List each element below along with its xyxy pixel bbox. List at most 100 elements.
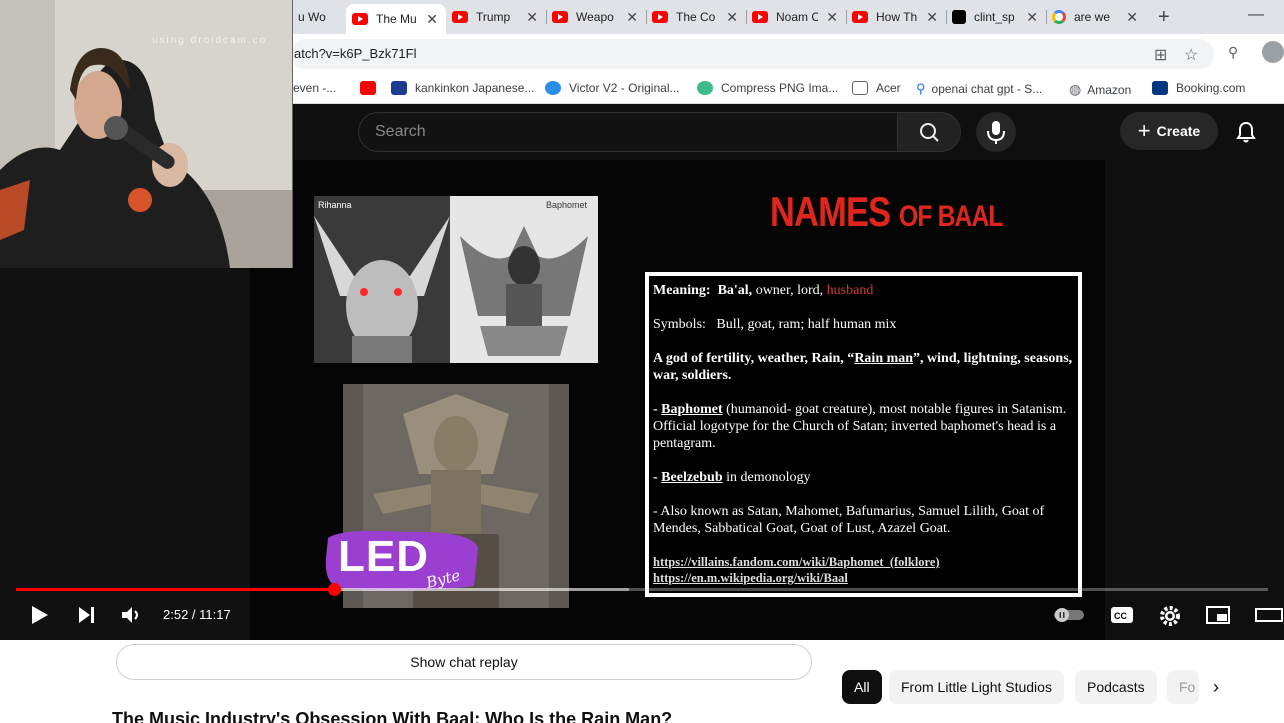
- video-left-dark-area: [0, 268, 250, 640]
- bell-icon: [1236, 121, 1256, 143]
- bookmark-item[interactable]: even -...: [293, 81, 336, 95]
- ledbyte-logo: LED Byte: [322, 528, 482, 592]
- chip-from-little-light-studios[interactable]: From Little Light Studios: [889, 670, 1064, 704]
- close-tab-icon[interactable]: ✕: [1026, 9, 1038, 26]
- progress-played: [16, 588, 335, 591]
- source-links: https://villains.fandom.com/wiki/Baphome…: [653, 554, 1074, 586]
- close-tab-icon[interactable]: ✕: [526, 9, 538, 26]
- close-tab-icon[interactable]: ✕: [626, 9, 638, 26]
- youtube-icon: [352, 13, 368, 25]
- chat-replay-label: Show chat replay: [410, 654, 518, 670]
- url-text[interactable]: atch?v=k6P_Bzk71Fl: [294, 46, 416, 61]
- extension-icon[interactable]: ⚲: [1228, 44, 1238, 61]
- browser-tab[interactable]: The Co ✕: [646, 4, 746, 30]
- tab-title: Weapo: [576, 10, 614, 24]
- new-tab-icon[interactable]: +: [1158, 6, 1170, 29]
- folder-icon: [852, 81, 868, 95]
- browser-tab[interactable]: Weapo ✕: [546, 4, 646, 30]
- voice-search-button[interactable]: [976, 112, 1016, 152]
- browser-tab[interactable]: Trump ✕: [446, 4, 546, 30]
- progress-bar[interactable]: [16, 583, 1268, 596]
- tab-title: The Co: [676, 10, 716, 24]
- create-button[interactable]: + Create: [1120, 112, 1218, 150]
- youtube-icon: [852, 11, 868, 23]
- globe-icon: ◍: [1069, 81, 1082, 97]
- close-tab-icon[interactable]: ✕: [1126, 9, 1138, 26]
- browser-tab[interactable]: are we ✕: [1046, 4, 1146, 30]
- source-link-1: https://villains.fandom.com/wiki/Baphome…: [653, 555, 940, 569]
- apps-icon[interactable]: ⊞: [1154, 45, 1167, 65]
- next-icon: [79, 607, 94, 623]
- bookmark-item[interactable]: Victor V2 - Original...: [545, 81, 679, 95]
- next-button[interactable]: [76, 604, 98, 631]
- bookmark-item[interactable]: Acer: [852, 81, 901, 95]
- gear-icon: [1160, 606, 1180, 626]
- image-label: Rihanna: [318, 200, 352, 210]
- beelzebub-line: - Beelzebub in demonology: [653, 470, 811, 485]
- chip-all[interactable]: All: [842, 670, 882, 704]
- close-tab-icon[interactable]: ✕: [726, 9, 738, 26]
- bookmark-label: even -...: [293, 81, 337, 95]
- miniplayer-button[interactable]: [1206, 604, 1230, 631]
- autoplay-toggle[interactable]: [1052, 607, 1086, 628]
- source-link-2: https://en.m.wikipedia.org/wiki/Baal: [653, 571, 848, 585]
- browser-tab-active[interactable]: The Mu ✕: [346, 4, 446, 34]
- minimize-window-icon[interactable]: —: [1248, 6, 1264, 24]
- time-display: 2:52 / 11:17: [163, 607, 231, 622]
- settings-button[interactable]: [1158, 604, 1182, 633]
- panda-icon: [697, 81, 713, 95]
- browser-tab[interactable]: How Th ✕: [846, 4, 946, 30]
- svg-text:CC: CC: [1114, 611, 1127, 621]
- bookmark-star-icon[interactable]: ☆: [1184, 45, 1198, 65]
- browser-tab[interactable]: u Wo: [292, 4, 348, 30]
- theater-mode-button[interactable]: [1254, 604, 1284, 631]
- profile-avatar[interactable]: [1262, 41, 1284, 63]
- chevron-right-icon[interactable]: ›: [1213, 677, 1219, 698]
- youtube-icon: [752, 11, 768, 23]
- youtube-icon: [360, 81, 376, 95]
- symbols-line: Symbols: Bull, goat, ram; half human mix: [653, 317, 897, 332]
- notifications-button[interactable]: [1234, 120, 1258, 149]
- bookmark-label: Compress PNG Ima...: [721, 81, 839, 95]
- close-tab-icon[interactable]: ✕: [426, 11, 438, 28]
- bookmark-item[interactable]: ⚲ openai chat gpt - S...: [916, 81, 1042, 97]
- search-button[interactable]: [897, 112, 961, 152]
- browser-tab[interactable]: clint_sp ✕: [946, 4, 1046, 30]
- tab-title: clint_sp: [974, 10, 1015, 24]
- volume-button[interactable]: [120, 604, 142, 631]
- browser-tab[interactable]: Noam C ✕: [746, 4, 846, 30]
- create-label: Create: [1156, 123, 1201, 139]
- chip-podcasts[interactable]: Podcasts: [1075, 670, 1157, 704]
- miniplayer-icon: [1206, 606, 1230, 624]
- close-tab-icon[interactable]: ✕: [926, 9, 938, 26]
- video-frame[interactable]: NAMES OF BAAL Rihanna Baphomet LED Byte …: [250, 160, 1105, 640]
- meaning-line: Meaning: Ba'al, owner, lord, husband: [653, 283, 874, 298]
- microphone-icon: [987, 121, 1005, 144]
- omnibox[interactable]: atch?v=k6P_Bzk71Fl ⊞ ☆: [290, 39, 1214, 69]
- show-chat-replay-button[interactable]: Show chat replay: [116, 644, 812, 680]
- close-tab-icon[interactable]: ✕: [826, 9, 838, 26]
- tab-title: u Wo: [298, 10, 326, 24]
- tab-title: How Th: [876, 10, 918, 24]
- webcam-overlay: using droidcam.co: [0, 0, 293, 268]
- bookmark-item[interactable]: Booking.com: [1152, 81, 1245, 95]
- god-line: A god of fertility, weather, Rain, “Rain…: [653, 351, 1073, 383]
- search-input[interactable]: Search: [358, 112, 898, 152]
- bookmark-label: Amazon: [1087, 82, 1132, 97]
- bookmark-label: Booking.com: [1176, 81, 1246, 95]
- search-icon: ⚲: [916, 81, 926, 96]
- chip-partial[interactable]: Fo: [1167, 670, 1199, 704]
- search-placeholder: Search: [375, 123, 426, 140]
- logo-text: LED: [338, 532, 429, 581]
- booking-icon: [1152, 81, 1168, 95]
- tab-title: Trump: [476, 10, 511, 24]
- youtube-icon: [652, 11, 668, 23]
- bookmark-item[interactable]: Compress PNG Ima...: [697, 81, 838, 95]
- horned-figure-illustration: [314, 196, 450, 363]
- bookmark-item[interactable]: ◍ Amazon: [1069, 81, 1131, 98]
- captions-button[interactable]: CC: [1110, 604, 1134, 631]
- bookmark-item[interactable]: kankinkon Japanese...: [391, 81, 534, 95]
- tab-title: The Mu: [376, 12, 417, 26]
- bookmark-item[interactable]: [360, 81, 384, 95]
- play-button[interactable]: [28, 604, 50, 631]
